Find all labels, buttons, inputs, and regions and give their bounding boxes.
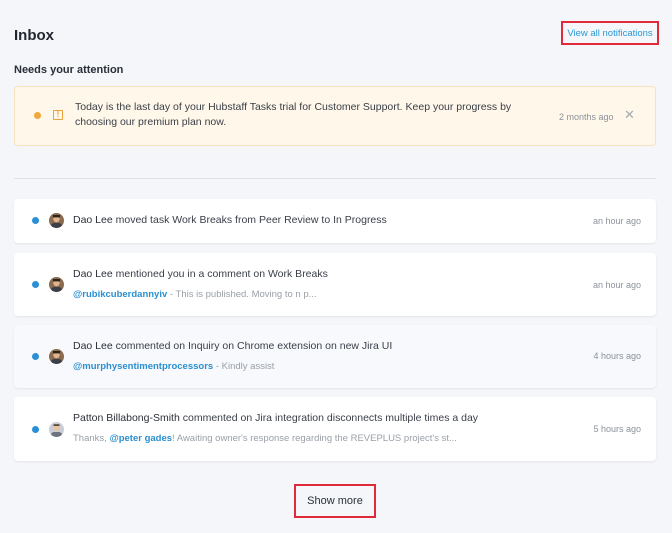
- mention-link[interactable]: @peter gades: [109, 433, 172, 444]
- notification-time: an hour ago: [592, 280, 641, 290]
- notification-snippet: @rubikcuberdannyiv - This is published. …: [73, 289, 317, 300]
- notification-snippet: Thanks, @peter gades! Awaiting owner's r…: [73, 433, 457, 444]
- notification-user: Dao Lee: [73, 214, 113, 226]
- mention-link[interactable]: @murphysentimentprocessors: [73, 361, 213, 372]
- avatar: [49, 213, 64, 228]
- unread-dot-icon: [32, 281, 39, 288]
- notification-time: an hour ago: [592, 216, 641, 226]
- warning-dot-icon: [34, 112, 41, 119]
- alert-text: Today is the last day of your Hubstaff T…: [75, 101, 512, 128]
- notification-text: Dao Lee commented on Inquiry on Chrome e…: [73, 340, 392, 352]
- notification-text: Dao Lee moved task Work Breaks from Peer…: [73, 214, 387, 226]
- avatar: [49, 422, 64, 437]
- unread-dot-icon: [32, 353, 39, 360]
- notification-text: Patton Billabong-Smith commented on Jira…: [73, 412, 478, 424]
- notification-text: Dao Lee mentioned you in a comment on Wo…: [73, 268, 328, 280]
- notification-item[interactable]: Patton Billabong-Smith commented on Jira…: [14, 397, 656, 461]
- notification-action: mentioned you in a comment on Work Break…: [115, 268, 328, 280]
- notification-item[interactable]: Dao Lee mentioned you in a comment on Wo…: [14, 253, 656, 316]
- divider: [14, 178, 656, 179]
- unread-dot-icon: [32, 426, 39, 433]
- notification-action: moved task Work Breaks from Peer Review …: [115, 214, 387, 226]
- trial-alert: ! Today is the last day of your Hubstaff…: [14, 86, 656, 146]
- notification-time: 5 hours ago: [593, 424, 641, 434]
- avatar: [49, 277, 64, 292]
- alert-time: 2 months ago: [559, 112, 614, 122]
- notification-item[interactable]: Dao Lee moved task Work Breaks from Peer…: [14, 199, 656, 243]
- view-all-notifications-link[interactable]: View all notifications: [561, 21, 659, 45]
- show-more-button[interactable]: Show more: [294, 484, 376, 518]
- notification-time: 4 hours ago: [593, 351, 641, 361]
- snippet-prefix: Thanks,: [73, 433, 110, 444]
- warning-icon: !: [53, 110, 63, 120]
- notification-user: Dao Lee: [73, 340, 113, 352]
- notification-user: Patton Billabong-Smith: [73, 412, 180, 424]
- unread-dot-icon: [32, 217, 39, 224]
- notification-snippet: @murphysentimentprocessors - Kindly assi…: [73, 361, 274, 372]
- notification-action: commented on Inquiry on Chrome extension…: [115, 340, 393, 352]
- avatar: [49, 349, 64, 364]
- mention-link[interactable]: @rubikcuberdannyiv: [73, 289, 167, 300]
- notification-item[interactable]: Dao Lee commented on Inquiry on Chrome e…: [14, 325, 656, 388]
- notification-action: commented on Jira integration disconnect…: [182, 412, 479, 424]
- needs-attention-heading: Needs your attention: [14, 64, 124, 76]
- snippet-text: - This is published. Moving to n p...: [167, 289, 317, 300]
- snippet-text: ! Awaiting owner's response regarding th…: [172, 433, 457, 444]
- snippet-text: - Kindly assist: [213, 361, 275, 372]
- notification-user: Dao Lee: [73, 268, 113, 280]
- page-title: Inbox: [14, 27, 54, 44]
- close-icon[interactable]: ✕: [624, 108, 635, 121]
